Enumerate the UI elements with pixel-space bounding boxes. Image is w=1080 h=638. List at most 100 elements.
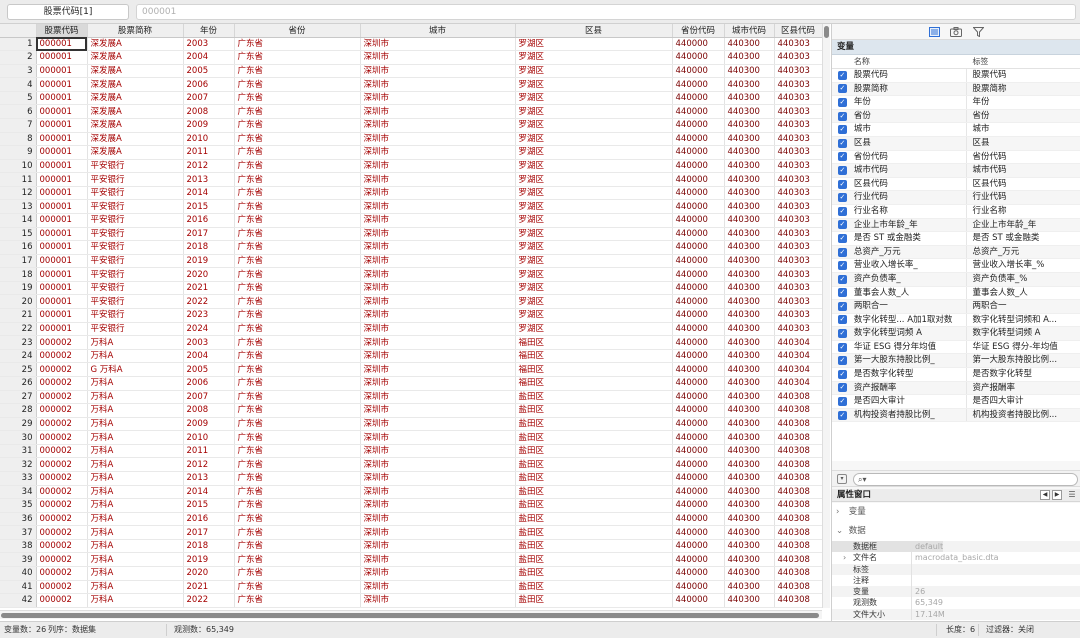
table-cell[interactable]: 440000 [672, 335, 725, 350]
table-cell[interactable]: 罗湖区 [515, 308, 673, 323]
property-row[interactable]: 文件大小 17.14M [832, 608, 1080, 621]
variable-row[interactable]: ✓ 机构投资者持股比例_ 机构投资者持股比例... [832, 408, 1080, 423]
table-cell[interactable]: 440300 [724, 335, 775, 350]
table-cell[interactable]: 440000 [672, 159, 725, 174]
table-cell[interactable]: 440308 [774, 512, 822, 527]
table-cell[interactable]: 广东省 [234, 308, 361, 323]
properties-section-data[interactable]: ⌄ 数据 [832, 522, 1080, 541]
table-cell[interactable]: 广东省 [234, 267, 361, 282]
property-row[interactable]: 观测数 65,349 [832, 597, 1080, 609]
table-cell[interactable]: 广东省 [234, 457, 361, 472]
row-number[interactable]: 11 [0, 172, 37, 187]
table-cell[interactable]: G 万科A [87, 362, 184, 377]
table-cell[interactable]: 深圳市 [360, 186, 516, 201]
variable-checkbox[interactable]: ✓ [832, 354, 853, 367]
table-cell[interactable]: 广东省 [234, 525, 361, 540]
variable-checkbox[interactable]: ✓ [832, 110, 853, 123]
table-cell[interactable]: 2005 [183, 64, 235, 79]
table-cell[interactable]: 440300 [724, 485, 775, 500]
table-cell[interactable]: 440300 [724, 254, 775, 269]
table-cell[interactable]: 440300 [724, 159, 775, 174]
row-number[interactable]: 25 [0, 362, 37, 377]
table-cell[interactable]: 000002 [36, 485, 88, 500]
table-row[interactable]: 27 000002 万科A 2007 广东省 深圳市 盐田区 440000 440300 4403… [0, 390, 822, 405]
table-cell[interactable]: 广东省 [234, 254, 361, 269]
table-cell[interactable]: 万科A [87, 552, 184, 568]
variable-checkbox[interactable]: ✓ [832, 83, 853, 96]
variable-checkbox[interactable]: ✓ [832, 246, 853, 259]
table-cell[interactable]: 440300 [724, 132, 775, 147]
table-row[interactable]: 33 000002 万科A 2013 广东省 深圳市 盐田区 440000 440300 4403… [0, 471, 822, 486]
row-number[interactable]: 12 [0, 186, 37, 201]
table-cell[interactable]: 罗湖区 [515, 322, 673, 337]
table-cell[interactable]: 深发展A [87, 104, 184, 119]
row-number[interactable]: 40 [0, 566, 37, 581]
table-row[interactable]: 42 000002 万科A 2022 广东省 深圳市 盐田区 440000 440300 4403… [0, 593, 822, 608]
table-cell[interactable]: 罗湖区 [515, 50, 673, 65]
grid-horizontal-scrollbar[interactable] [0, 610, 822, 619]
table-row[interactable]: 21 000001 平安银行 2023 广东省 深圳市 罗湖区 440000 440300 440… [0, 308, 822, 323]
table-cell[interactable]: 000001 [36, 132, 88, 147]
table-cell[interactable]: 000002 [36, 457, 88, 472]
row-number[interactable]: 19 [0, 281, 37, 296]
variable-checkbox[interactable]: ✓ [832, 191, 853, 204]
table-cell[interactable]: 罗湖区 [515, 104, 673, 119]
variable-checkbox[interactable]: ✓ [832, 69, 853, 82]
column-header[interactable]: 区县 [515, 24, 673, 38]
row-number[interactable]: 18 [0, 267, 37, 282]
table-cell[interactable]: 000002 [36, 580, 88, 595]
variable-row[interactable]: ✓ 董事会人数_人 董事会人数_人 [832, 286, 1080, 301]
column-header[interactable]: 股票代码 [36, 24, 88, 38]
variable-row[interactable]: ✓ 资产负债率_ 资产负债率_% [832, 272, 1080, 287]
property-row[interactable]: 变量 26 [832, 586, 1080, 598]
table-cell[interactable]: 440308 [774, 430, 822, 445]
table-cell[interactable]: 万科A [87, 349, 184, 364]
table-cell[interactable]: 2021 [183, 580, 235, 595]
row-number[interactable]: 24 [0, 349, 37, 364]
table-cell[interactable]: 广东省 [234, 213, 361, 228]
table-cell[interactable]: 440300 [724, 403, 775, 418]
variable-checkbox[interactable]: ✓ [832, 137, 853, 150]
table-cell[interactable]: 000001 [36, 186, 88, 201]
table-cell[interactable]: 440000 [672, 498, 725, 513]
table-cell[interactable]: 2018 [183, 240, 235, 255]
table-cell[interactable]: 广东省 [234, 37, 361, 52]
table-cell[interactable]: 2015 [183, 199, 235, 215]
table-cell[interactable]: 深圳市 [360, 118, 516, 133]
variable-row[interactable]: ✓ 华证 ESG 得分年均值 华证 ESG 得分-年均值 [832, 340, 1080, 355]
variable-row[interactable]: ✓ 是否数字化转型 是否数字化转型 [832, 368, 1080, 382]
table-cell[interactable]: 2014 [183, 485, 235, 500]
table-row[interactable]: 41 000002 万科A 2021 广东省 深圳市 盐田区 440000 440300 4403… [0, 580, 822, 595]
table-cell[interactable]: 440300 [724, 376, 775, 391]
table-cell[interactable]: 2017 [183, 227, 235, 242]
table-cell[interactable]: 440000 [672, 294, 725, 310]
table-cell[interactable]: 440300 [724, 444, 775, 459]
row-number[interactable]: 17 [0, 254, 37, 269]
table-cell[interactable]: 000001 [36, 322, 88, 337]
table-cell[interactable]: 广东省 [234, 335, 361, 350]
table-cell[interactable]: 广东省 [234, 227, 361, 242]
column-header[interactable]: 省份代码 [672, 24, 725, 38]
table-cell[interactable]: 440300 [724, 390, 775, 405]
table-cell[interactable]: 深圳市 [360, 281, 516, 296]
variable-row[interactable]: ✓ 股票简称 股票简称 [832, 82, 1080, 97]
table-cell[interactable]: 440300 [724, 566, 775, 581]
table-cell[interactable]: 盐田区 [515, 430, 673, 445]
table-cell[interactable]: 广东省 [234, 240, 361, 255]
table-cell[interactable]: 深圳市 [360, 593, 516, 608]
table-cell[interactable]: 罗湖区 [515, 172, 673, 187]
table-cell[interactable]: 平安银行 [87, 294, 184, 310]
column-header[interactable]: 城市代码 [724, 24, 775, 38]
table-cell[interactable]: 000001 [36, 77, 88, 92]
table-cell[interactable]: 2024 [183, 322, 235, 337]
table-cell[interactable]: 罗湖区 [515, 91, 673, 106]
table-cell[interactable]: 深圳市 [360, 240, 516, 255]
table-cell[interactable]: 440000 [672, 281, 725, 296]
table-cell[interactable]: 罗湖区 [515, 281, 673, 296]
variable-row[interactable]: ✓ 区县代码 区县代码 [832, 177, 1080, 192]
table-cell[interactable]: 深圳市 [360, 512, 516, 527]
variable-row[interactable]: ✓ 省份 省份 [832, 109, 1080, 124]
table-cell[interactable]: 广东省 [234, 50, 361, 65]
table-row[interactable]: 17 000001 平安银行 2019 广东省 深圳市 罗湖区 440000 440300 440… [0, 254, 822, 269]
table-cell[interactable]: 罗湖区 [515, 132, 673, 147]
